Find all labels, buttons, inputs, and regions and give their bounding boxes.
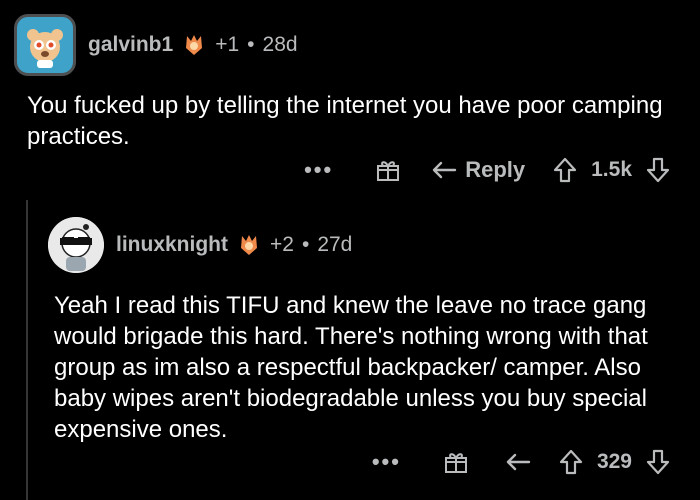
- meta-separator: •: [301, 233, 310, 256]
- vote-score: 1.5k: [591, 158, 632, 181]
- award-flair-icon: [241, 235, 257, 255]
- downvote-button[interactable]: [646, 449, 670, 475]
- comment-age: 27d: [317, 233, 353, 256]
- award-count: +1: [215, 33, 240, 56]
- reply-arrow-icon: [506, 453, 531, 471]
- vote-score: 329: [596, 450, 632, 473]
- comment-header: galvinb1 +1 • 28d: [14, 14, 298, 76]
- award-flair-icon: [186, 35, 203, 55]
- avatar-illustration-icon: [27, 29, 63, 68]
- downvote-icon: [646, 449, 670, 475]
- reply-button[interactable]: [505, 451, 531, 473]
- user-avatar[interactable]: [14, 14, 76, 76]
- comment-header: linuxknight +2 • 27d: [48, 217, 352, 273]
- reply-label: Reply: [465, 157, 526, 182]
- more-options-button[interactable]: •••: [372, 451, 401, 473]
- award-count: +2: [270, 233, 294, 256]
- downvote-icon: [646, 157, 670, 183]
- gift-icon: [444, 453, 467, 473]
- upvote-button[interactable]: [553, 157, 577, 183]
- gift-award-button[interactable]: [443, 449, 469, 475]
- upvote-icon: [554, 157, 577, 183]
- more-options-button[interactable]: •••: [304, 159, 333, 181]
- reply-button[interactable]: Reply: [431, 157, 525, 183]
- reply-arrow-icon: [433, 161, 457, 179]
- user-avatar[interactable]: [48, 217, 104, 273]
- username[interactable]: galvinb1: [88, 33, 173, 57]
- upvote-button[interactable]: [559, 449, 583, 475]
- comment-actions: ••• Reply 1.5k: [304, 157, 670, 183]
- meta-separator: •: [247, 33, 255, 56]
- comment-actions: ••• 329: [372, 449, 670, 475]
- avatar-illustration-icon: [48, 217, 104, 273]
- gift-icon: [377, 161, 400, 181]
- username[interactable]: linuxknight: [116, 233, 228, 257]
- comment-1: galvinb1 +1 • 28d You fucked up by telli…: [0, 0, 700, 195]
- comment-age: 28d: [262, 33, 298, 56]
- comment-body: You fucked up by telling the internet yo…: [27, 92, 663, 150]
- upvote-icon: [559, 449, 583, 475]
- downvote-button[interactable]: [646, 157, 670, 183]
- comment-2: linuxknight +2 • 27d Yeah I read this TI…: [24, 195, 700, 500]
- gift-award-button[interactable]: [375, 157, 401, 183]
- comment-body: Yeah I read this TIFU and knew the leave…: [54, 292, 648, 443]
